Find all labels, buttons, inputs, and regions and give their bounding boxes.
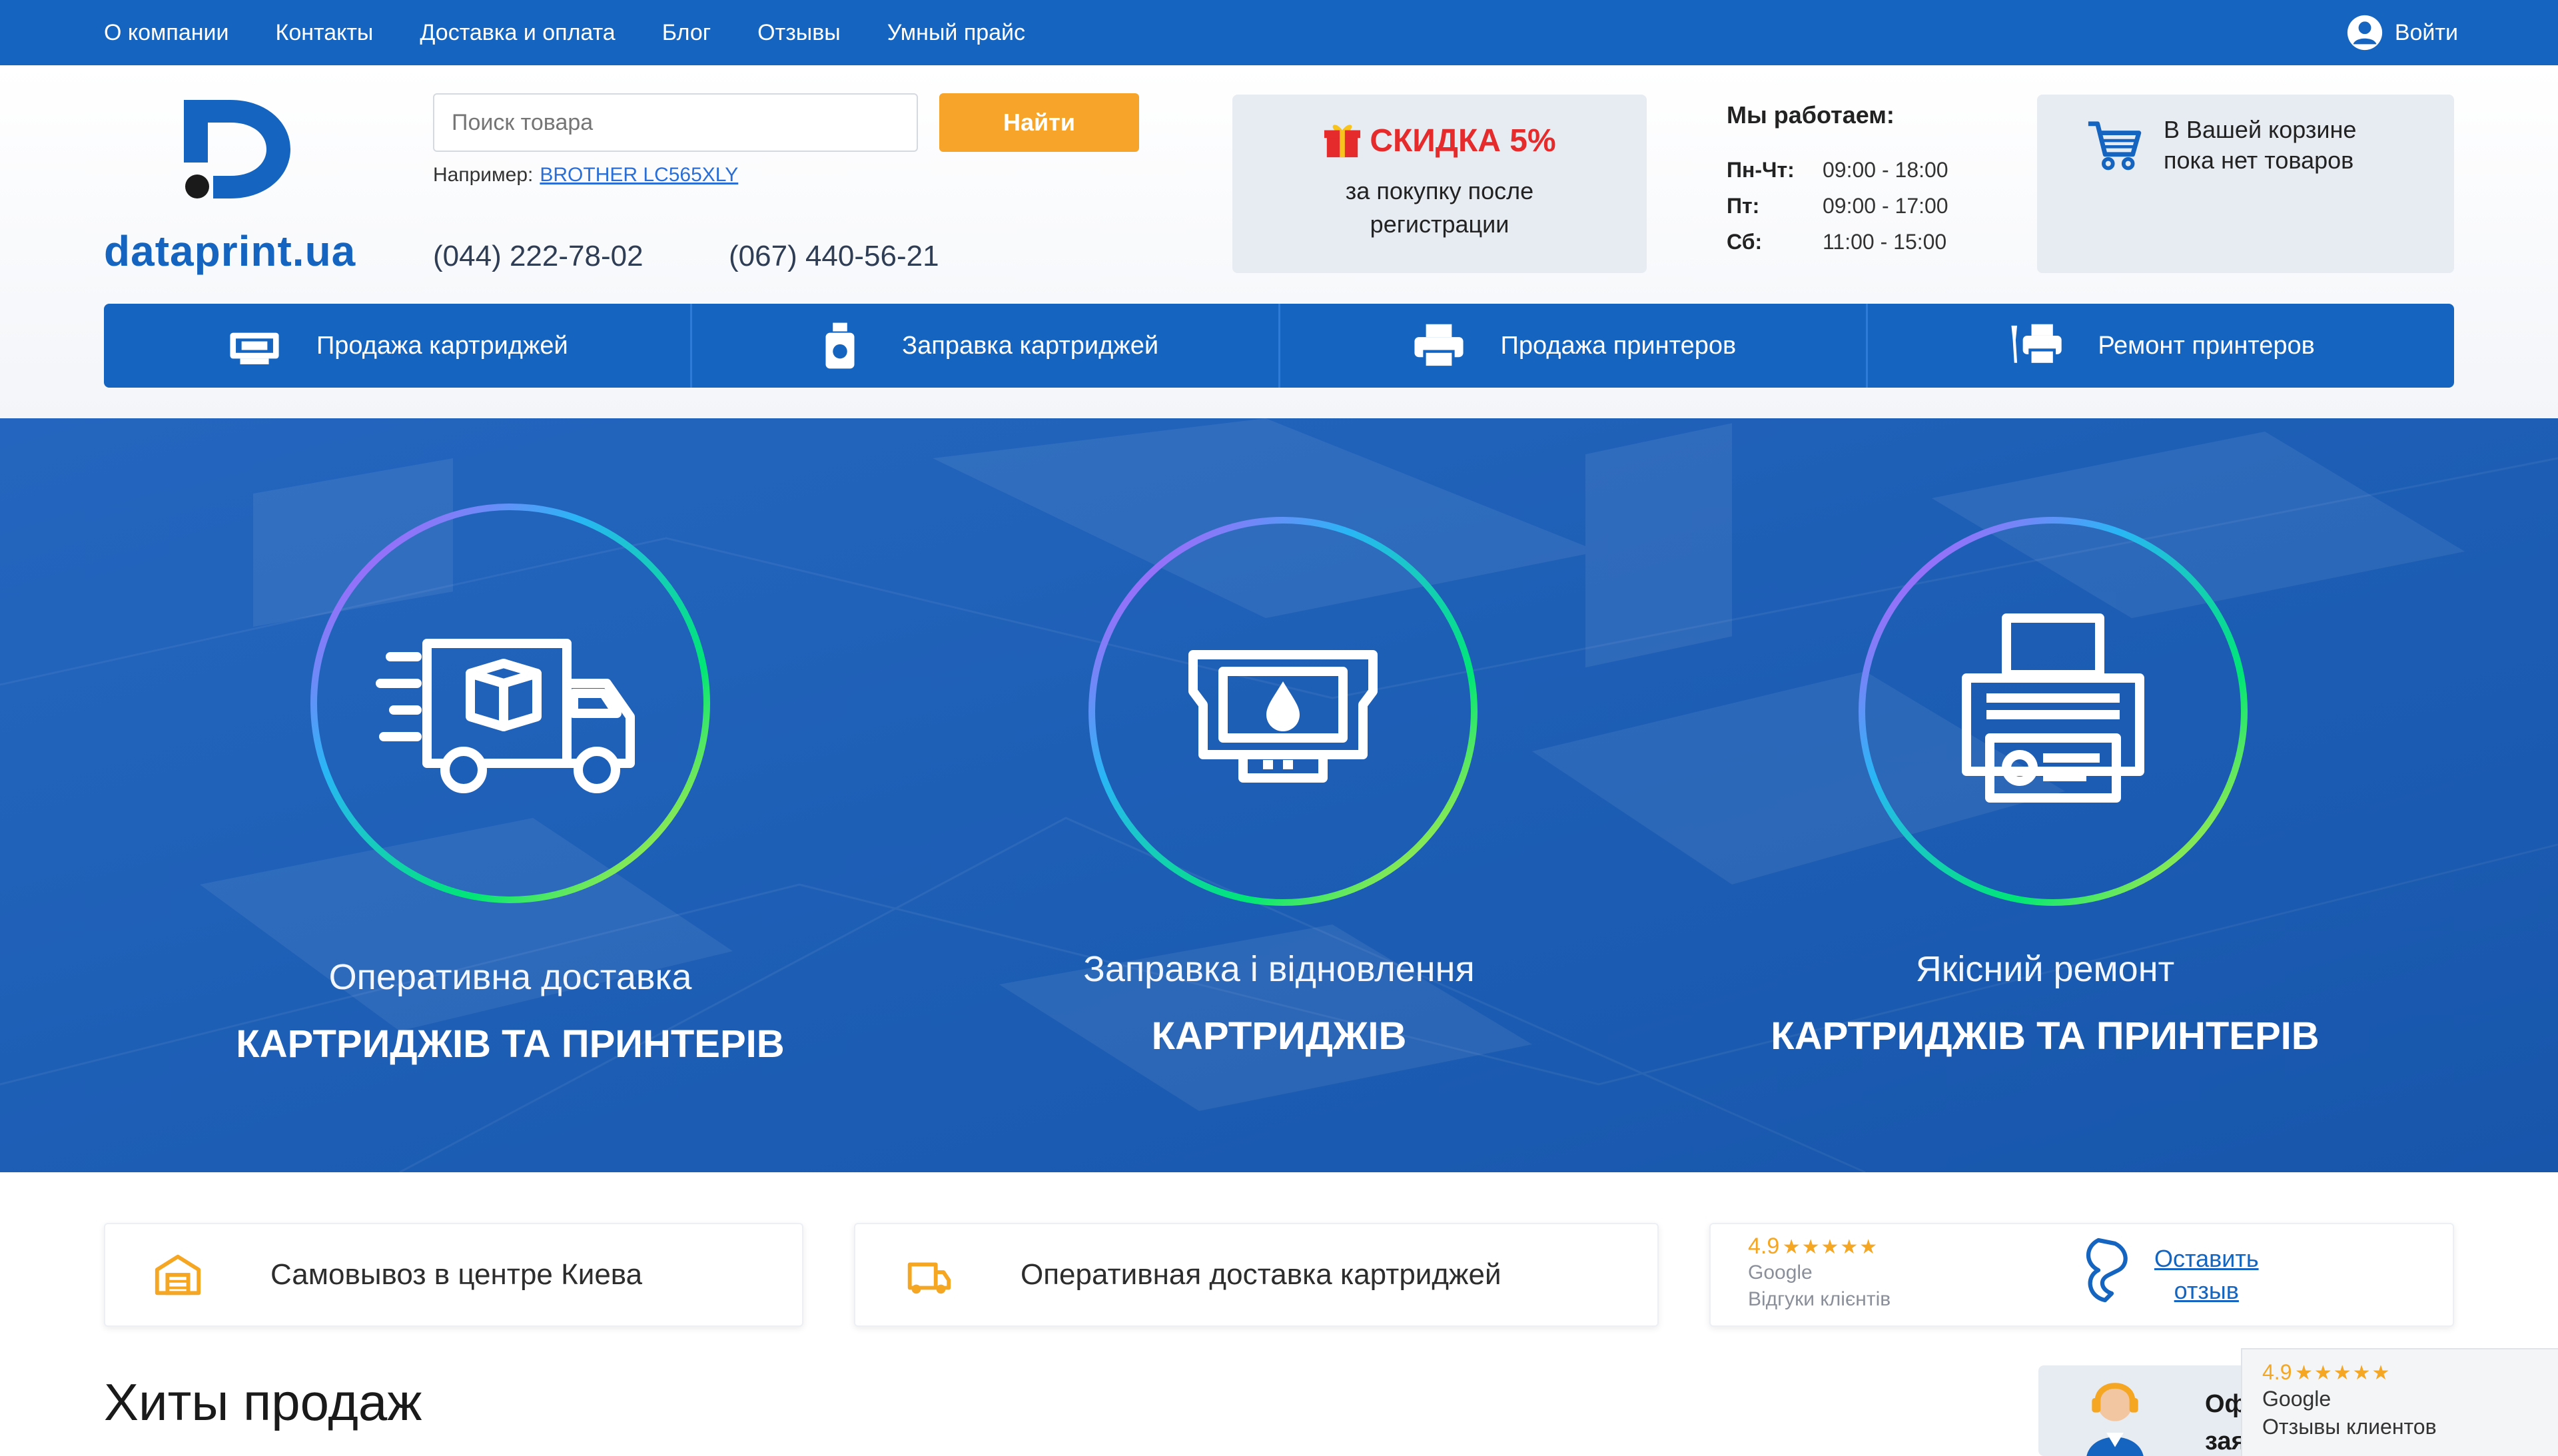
cart-text: В Вашей корзине пока нет товаров xyxy=(2164,115,2356,176)
nav-link-delivery[interactable]: Доставка и оплата xyxy=(420,20,615,46)
feature-refill-line1: Заправка і відновлення xyxy=(1083,949,1475,989)
hours-day: Пн-Чт: xyxy=(1727,157,1795,182)
nav-link-smart-price[interactable]: Умный прайс xyxy=(887,20,1025,46)
hours-row: Сб: 11:00 - 15:00 xyxy=(1727,224,1993,260)
working-hours: Мы работаем: Пн-Чт: 09:00 - 18:00 Пт: 09… xyxy=(1727,101,1993,260)
info-pickup[interactable]: Самовывоз в центре Киева xyxy=(104,1223,803,1327)
rating-source: Google xyxy=(1748,1262,1813,1283)
leave-review-line2: отзыв xyxy=(2174,1277,2239,1304)
printer-icon xyxy=(1859,517,2248,906)
hours-time: 09:00 - 18:00 xyxy=(1823,157,1948,182)
top-nav: О компании Контакты Доставка и оплата Бл… xyxy=(104,0,1025,65)
feature-delivery-line1: Оперативна доставка xyxy=(328,957,692,997)
feature-delivery-line2: КАРТРИДЖІВ ТА ПРИНТЕРІВ xyxy=(236,1022,785,1066)
google-rating[interactable]: 4.9 ★★★★★ Google Відгуки клієнтів xyxy=(1748,1234,1891,1313)
hours-time: 09:00 - 17:00 xyxy=(1823,193,1948,218)
widget-label: Отзывы клиентов xyxy=(2262,1415,2437,1439)
info-delivery[interactable]: Оперативная доставка картриджей xyxy=(854,1223,1659,1327)
discount-text-line2: регистрации xyxy=(1370,210,1509,238)
hero-banner: Оперативна доставка КАРТРИДЖІВ ТА ПРИНТЕ… xyxy=(0,418,2558,1172)
category-label: Ремонт принтеров xyxy=(2098,331,2315,360)
nav-link-reviews[interactable]: Отзывы xyxy=(757,20,841,46)
cart-text-line2: пока нет товаров xyxy=(2164,147,2354,174)
delivery-box-icon xyxy=(907,1262,951,1294)
discount-title: СКИДКА 5% xyxy=(1370,123,1556,159)
hours-day: Пт: xyxy=(1727,193,1760,218)
category-label: Продажа картриджей xyxy=(316,331,568,360)
nav-link-about[interactable]: О компании xyxy=(104,20,229,46)
cart-widget[interactable]: В Вашей корзине пока нет товаров xyxy=(2037,95,2454,273)
delivery-truck-icon xyxy=(310,504,710,903)
working-hours-title: Мы работаем: xyxy=(1727,101,1895,129)
support-operator-icon xyxy=(2086,1383,2144,1456)
discount-text: за покупку после регистрации xyxy=(1232,175,1647,241)
phone-number-2[interactable]: (067) 440-56-21 xyxy=(729,240,939,273)
rating-label: Відгуки клієнтів xyxy=(1748,1288,1891,1310)
category-printer-sales[interactable]: Продажа принтеров xyxy=(1280,304,1869,388)
discount-title-row: СКИДКА 5% xyxy=(1232,121,1647,160)
cartridge-icon xyxy=(230,332,279,364)
category-label: Заправка картриджей xyxy=(902,331,1159,360)
hours-time: 11:00 - 15:00 xyxy=(1823,229,1947,254)
discount-text-line1: за покупку после xyxy=(1345,177,1534,204)
ink-cartridge-icon xyxy=(1088,517,1478,906)
printer-repair-icon xyxy=(2011,324,2062,366)
user-icon xyxy=(2347,15,2382,51)
rating-value: 4.9 xyxy=(1748,1234,1780,1259)
feedback-icon[interactable] xyxy=(2078,1234,2145,1307)
info-pickup-text: Самовывоз в центре Киева xyxy=(270,1258,643,1291)
google-reviews-widget[interactable]: 4.9 ★★★★★ Google Отзывы клиентов xyxy=(2241,1348,2558,1456)
rating-stars: ★★★★★ xyxy=(1782,1236,1879,1258)
cart-text-line1: В Вашей корзине xyxy=(2164,116,2357,143)
feature-refill-line2: КАРТРИДЖІВ xyxy=(1151,1014,1407,1058)
category-cartridge-sales[interactable]: Продажа картриджей xyxy=(104,304,692,388)
feature-repair-line2: КАРТРИДЖІВ ТА ПРИНТЕРІВ xyxy=(1771,1014,2320,1058)
search-example-label: Например: xyxy=(433,164,534,186)
phone-number-1[interactable]: (044) 222-78-02 xyxy=(433,240,643,273)
login-button[interactable]: Войти xyxy=(2345,0,2458,65)
logo-text[interactable]: dataprint.ua xyxy=(104,226,356,276)
nav-link-blog[interactable]: Блог xyxy=(662,20,711,46)
widget-rating-stars: ★★★★★ xyxy=(2294,1362,2391,1384)
hours-day: Сб: xyxy=(1727,229,1763,254)
search-input[interactable] xyxy=(433,93,918,152)
category-printer-repair[interactable]: Ремонт принтеров xyxy=(1868,304,2454,388)
warehouse-icon xyxy=(155,1254,201,1295)
login-label: Войти xyxy=(2394,19,2458,45)
gift-icon xyxy=(1324,125,1361,158)
top-bar: О компании Контакты Доставка и оплата Бл… xyxy=(0,0,2558,65)
info-delivery-text: Оперативная доставка картриджей xyxy=(1021,1258,1501,1291)
category-label: Продажа принтеров xyxy=(1500,331,1737,360)
nav-link-contacts[interactable]: Контакты xyxy=(276,20,374,46)
section-title-bestsellers: Хиты продаж xyxy=(104,1373,422,1431)
cart-icon xyxy=(2088,121,2142,171)
discount-banner[interactable]: СКИДКА 5% за покупку после регистрации xyxy=(1232,95,1647,273)
support-widget[interactable]: Оф заяв xyxy=(2038,1365,2272,1456)
leave-review-link[interactable]: Оставить отзыв xyxy=(2154,1243,2259,1307)
search-example-link[interactable]: BROTHER LC565XLY xyxy=(540,164,738,186)
widget-source: Google xyxy=(2262,1387,2332,1411)
widget-rating-value: 4.9 xyxy=(2262,1360,2292,1384)
category-bar: Продажа картриджей Заправка картриджей П… xyxy=(104,304,2454,388)
hours-row: Пн-Чт: 09:00 - 18:00 xyxy=(1727,152,1993,188)
search-button[interactable]: Найти xyxy=(939,93,1139,152)
feature-repair-line1: Якісний ремонт xyxy=(1915,949,2175,989)
hours-row: Пт: 09:00 - 17:00 xyxy=(1727,188,1993,224)
logo-icon[interactable] xyxy=(171,93,304,206)
search-example: Например: BROTHER LC565XLY xyxy=(433,164,738,186)
category-cartridge-refill[interactable]: Заправка картриджей xyxy=(692,304,1280,388)
printer-icon xyxy=(1414,324,1464,369)
ink-bottle-icon xyxy=(825,322,855,369)
leave-review-line1: Оставить xyxy=(2154,1245,2259,1272)
